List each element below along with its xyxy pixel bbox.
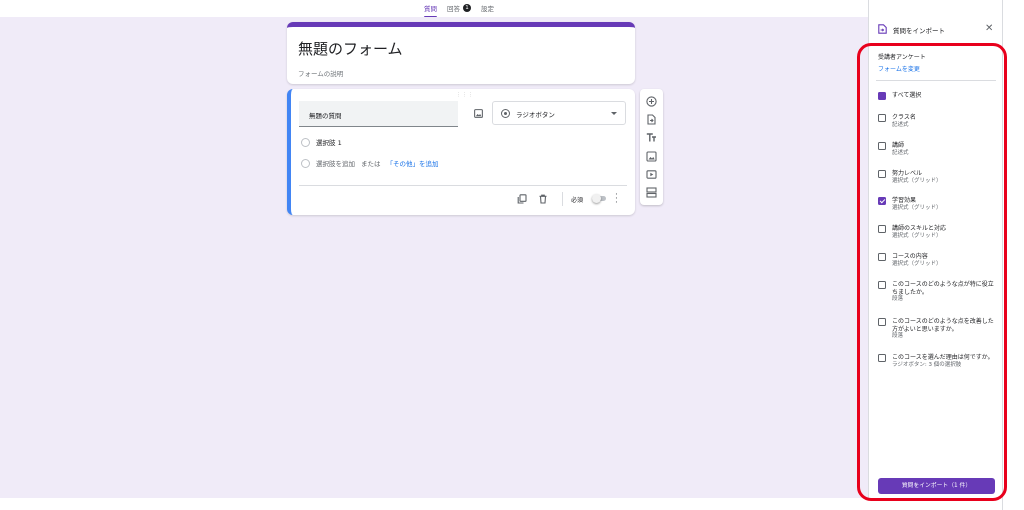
top-bar: 質問 回答 1 設定 — [0, 0, 868, 18]
panel-top-strip — [868, 0, 1002, 17]
duplicate-icon[interactable] — [517, 194, 527, 204]
add-title-icon[interactable] — [646, 132, 657, 143]
panel-right-border — [1002, 0, 1003, 510]
tab-responses[interactable]: 回答 1 — [447, 3, 471, 18]
import-questions-icon — [878, 24, 887, 34]
option-row[interactable]: 選択肢 1 — [301, 137, 342, 147]
required-toggle[interactable] — [592, 194, 606, 203]
required-label: 必須 — [571, 197, 584, 204]
form-title[interactable]: 無題のフォーム — [298, 38, 403, 59]
panel-divider — [876, 80, 996, 81]
tab-bar: 質問 回答 1 設定 — [424, 3, 494, 18]
change-form-link[interactable]: フォームを変更 — [878, 64, 920, 73]
add-image-icon[interactable] — [646, 151, 657, 162]
floating-toolbar — [640, 89, 663, 205]
panel-title: 質問をインポート — [893, 27, 945, 35]
import-questions-button[interactable]: 質問をインポート（1 件） — [878, 478, 995, 494]
radio-circle-icon — [301, 137, 310, 147]
import-questions-icon[interactable] — [646, 114, 657, 125]
checkbox-icon[interactable] — [878, 114, 886, 122]
checkbox-icon[interactable] — [878, 225, 886, 233]
chevron-down-icon — [611, 112, 617, 115]
add-option-link[interactable]: 選択肢を追加 — [316, 158, 355, 168]
add-image-icon[interactable] — [474, 109, 483, 118]
checkbox-icon[interactable] — [878, 170, 886, 178]
close-icon[interactable]: ✕ — [985, 23, 993, 34]
add-option-row: 選択肢を追加 または 「その他」を追加 — [301, 158, 439, 168]
checkbox-checked-icon[interactable] — [878, 197, 886, 205]
option-label[interactable]: 選択肢 1 — [316, 137, 342, 147]
more-options-icon[interactable]: · · · — [615, 191, 618, 208]
checkbox-icon[interactable] — [878, 142, 886, 150]
checkbox-icon[interactable] — [878, 354, 886, 362]
checkbox-icon[interactable] — [878, 318, 886, 326]
responses-count-badge: 1 — [463, 4, 471, 12]
form-description-field[interactable]: フォームの説明 — [298, 68, 343, 78]
drag-handle-icon[interactable]: ⋮⋮⋮ — [456, 92, 474, 98]
add-question-icon[interactable] — [646, 96, 657, 107]
question-footer-divider — [299, 185, 627, 186]
question-title-input[interactable]: 無題の質問 — [299, 101, 458, 127]
delete-icon[interactable] — [538, 194, 548, 204]
tab-questions[interactable]: 質問 — [424, 3, 437, 18]
form-title-card[interactable]: 無題のフォーム フォームの説明 — [287, 22, 635, 84]
add-section-icon[interactable] — [646, 187, 657, 198]
add-other-link[interactable]: 「その他」を追加 — [387, 158, 439, 168]
checkbox-icon[interactable] — [878, 92, 886, 100]
checkbox-icon[interactable] — [878, 281, 886, 289]
question-card[interactable]: ⋮⋮⋮ 無題の質問 ラジオボタン 選択肢 1 選択肢を追加 または 「その他」を… — [287, 89, 635, 215]
tab-settings[interactable]: 設定 — [481, 3, 494, 18]
add-video-icon[interactable] — [646, 169, 657, 180]
source-form-name: 受講者アンケート — [878, 54, 926, 61]
bottom-strip — [0, 498, 868, 510]
radio-button-icon — [501, 109, 510, 118]
or-text: または — [361, 160, 381, 168]
question-type-dropdown[interactable]: ラジオボタン — [492, 101, 626, 125]
footer-separator — [562, 192, 563, 206]
checkbox-icon[interactable] — [878, 253, 886, 261]
radio-circle-icon — [301, 158, 310, 168]
